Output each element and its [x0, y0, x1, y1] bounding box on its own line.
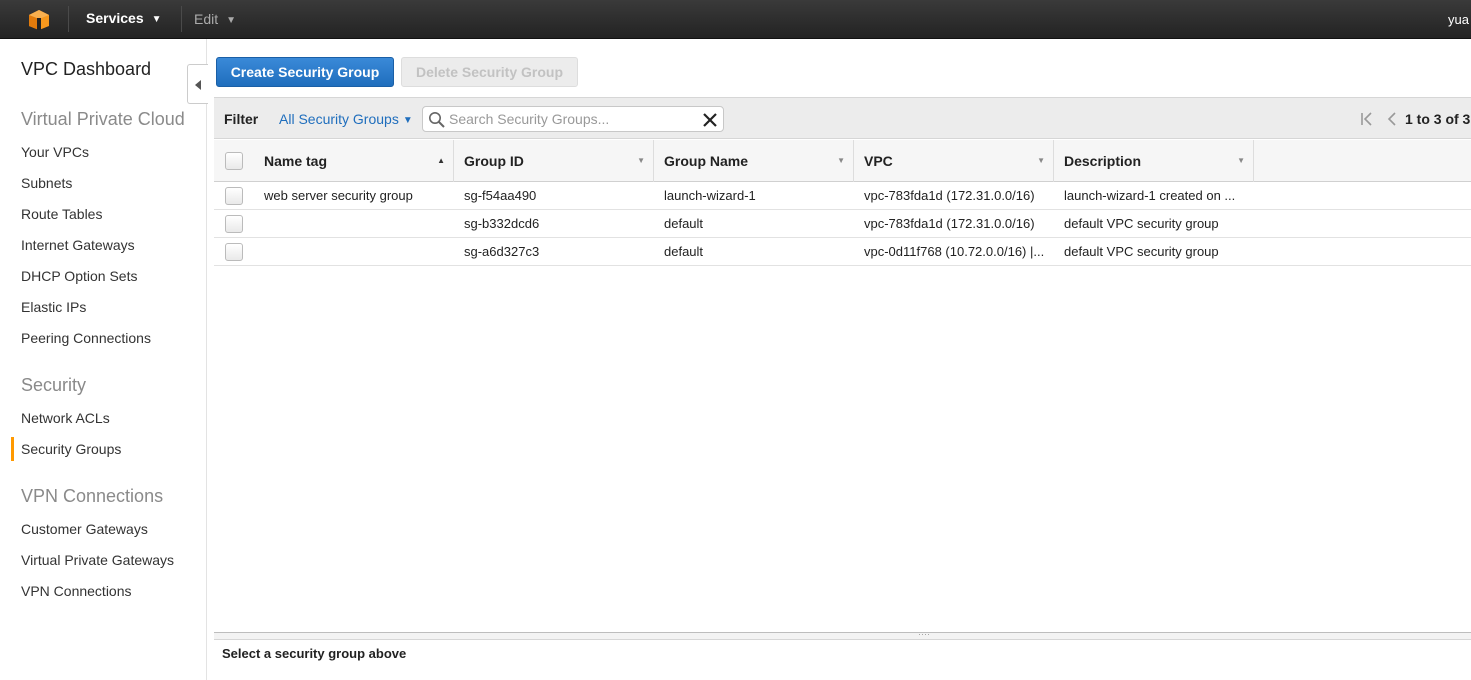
services-menu-label: Services — [86, 10, 144, 26]
panel-resize-handle[interactable]: ···· — [214, 629, 1471, 640]
search-input[interactable] — [447, 109, 697, 129]
delete-security-group-button: Delete Security Group — [401, 57, 578, 87]
sidebar-section-virtual-private-cloud: Virtual Private Cloud — [21, 109, 185, 129]
filter-label: Filter — [224, 111, 259, 127]
column-header-group-name[interactable]: Group Name ▼ — [654, 140, 854, 182]
cell-group-id: sg-f54aa490 — [464, 188, 537, 203]
cell-name-tag: web server security group — [264, 188, 413, 203]
top-nav-bar: Services ▼ Edit ▼ yua — [0, 0, 1471, 39]
edit-menu[interactable]: Edit ▼ — [194, 11, 236, 27]
sidebar-item-internet-gateways[interactable]: Internet Gateways — [21, 237, 135, 253]
cell-vpc: vpc-783fda1d (172.31.0.0/16) — [864, 216, 1035, 231]
sort-icon: ▼ — [1237, 156, 1245, 165]
filter-select[interactable]: All Security Groups ▼ — [279, 111, 413, 127]
table-row[interactable]: web server security group sg-f54aa490 la… — [214, 182, 1471, 210]
column-header-name-tag[interactable]: Name tag ▲ — [254, 140, 454, 182]
sort-icon: ▼ — [1037, 156, 1045, 165]
table-header: Name tag ▲ Group ID ▼ Group Name ▼ VPC ▼… — [214, 140, 1471, 182]
sidebar-item-customer-gateways[interactable]: Customer Gateways — [21, 521, 148, 537]
cell-description: launch-wizard-1 created on ... — [1064, 188, 1236, 203]
sidebar-item-dhcp-option-sets[interactable]: DHCP Option Sets — [21, 268, 137, 284]
create-security-group-button[interactable]: Create Security Group — [216, 57, 394, 87]
pagination-count: 1 to 3 of 3 — [1405, 111, 1471, 127]
cell-group-id: sg-b332dcd6 — [464, 216, 540, 231]
column-header-group-id[interactable]: Group ID ▼ — [454, 140, 654, 182]
sidebar-item-elastic-ips[interactable]: Elastic IPs — [21, 299, 86, 315]
filter-bar: Filter All Security Groups▼ 1 to 3 of 3 — [214, 97, 1471, 139]
column-header-description[interactable]: Description ▼ — [1054, 140, 1254, 182]
sort-icon: ▼ — [637, 156, 645, 165]
sidebar-section-security: Security — [21, 375, 87, 395]
select-all-checkbox[interactable] — [225, 152, 243, 170]
table-row[interactable]: sg-b332dcd6 default vpc-783fda1d (172.31… — [214, 210, 1471, 238]
row-checkbox[interactable] — [225, 215, 243, 233]
chevron-down-icon: ▼ — [151, 14, 162, 25]
sidebar-item-virtual-private-gateways[interactable]: Virtual Private Gateways — [21, 552, 174, 568]
divider — [181, 6, 182, 32]
sidebar-item-peering-connections[interactable]: Peering Connections — [21, 330, 151, 346]
column-header-label: Description — [1064, 153, 1142, 169]
user-menu[interactable]: yua — [1448, 12, 1469, 27]
edit-menu-label: Edit — [194, 11, 219, 27]
cell-description: default VPC security group — [1064, 216, 1219, 231]
table-row[interactable]: sg-a6d327c3 default vpc-0d11f768 (10.72.… — [214, 238, 1471, 266]
cell-name-tag — [264, 210, 449, 238]
column-header-label: VPC — [864, 153, 893, 169]
cell-vpc: vpc-783fda1d (172.31.0.0/16) — [864, 188, 1035, 203]
sidebar: VPC Dashboard Virtual Private Cloud Your… — [0, 39, 207, 680]
grip-icon: ···· — [918, 629, 930, 639]
sidebar-title-vpc-dashboard[interactable]: VPC Dashboard — [21, 59, 151, 80]
sidebar-item-subnets[interactable]: Subnets — [21, 175, 72, 191]
filter-select-value: All Security Groups — [279, 111, 399, 127]
search-box — [422, 106, 724, 132]
column-header-label: Group Name — [664, 153, 749, 169]
column-header-label: Group ID — [464, 153, 524, 169]
sort-icon: ▼ — [837, 156, 845, 165]
chevron-down-icon: ▼ — [226, 15, 237, 26]
sidebar-section-vpn-connections: VPN Connections — [21, 486, 164, 506]
row-checkbox[interactable] — [225, 187, 243, 205]
detail-panel-message: Select a security group above — [222, 646, 407, 661]
cell-group-name: default — [664, 244, 704, 259]
search-icon — [429, 112, 445, 128]
first-page-icon[interactable] — [1360, 111, 1374, 127]
sidebar-item-your-vpcs[interactable]: Your VPCs — [21, 144, 89, 160]
chevron-down-icon: ▼ — [402, 115, 413, 126]
cell-vpc: vpc-0d11f768 (10.72.0.0/16) |... — [864, 244, 1045, 259]
column-header-label: Name tag — [264, 153, 328, 169]
services-menu[interactable]: Services ▼ — [86, 10, 162, 26]
sidebar-item-route-tables[interactable]: Route Tables — [21, 206, 102, 222]
row-checkbox[interactable] — [225, 243, 243, 261]
cell-description: default VPC security group — [1064, 244, 1219, 259]
cell-group-name: launch-wizard-1 — [664, 188, 756, 203]
divider — [68, 6, 69, 32]
cell-group-name: default — [664, 216, 704, 231]
aws-logo-icon[interactable] — [28, 9, 50, 31]
cell-group-id: sg-a6d327c3 — [464, 244, 540, 259]
column-header-vpc[interactable]: VPC ▼ — [854, 140, 1054, 182]
sort-ascending-icon: ▲ — [437, 156, 445, 165]
sidebar-item-network-acls[interactable]: Network ACLs — [21, 410, 110, 426]
close-icon[interactable] — [701, 111, 719, 129]
previous-page-icon[interactable] — [1386, 111, 1398, 127]
cell-name-tag — [264, 238, 449, 266]
sidebar-collapse-button[interactable] — [187, 64, 208, 104]
sidebar-item-security-groups[interactable]: Security Groups — [10, 437, 121, 461]
sidebar-item-vpn-connections[interactable]: VPN Connections — [21, 583, 132, 599]
